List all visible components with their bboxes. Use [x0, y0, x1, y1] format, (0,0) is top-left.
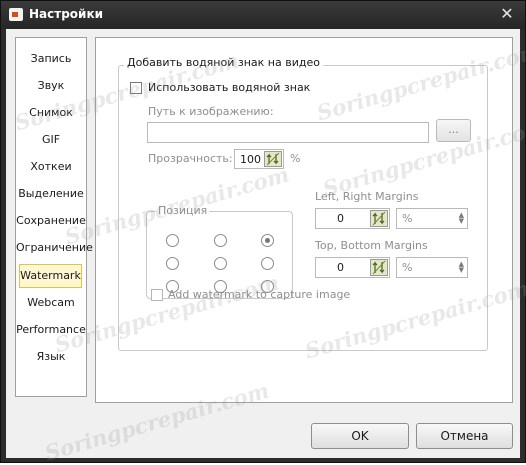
cancel-button[interactable]: Отмена: [416, 423, 513, 449]
settings-window: Настройки ✕ Запись Звук Снимок GIF Хотке…: [0, 0, 526, 465]
lr-unit-value: %: [402, 212, 413, 225]
position-middle-right-radio[interactable]: [261, 257, 274, 270]
sidebar-item-language[interactable]: Язык: [16, 345, 86, 369]
lr-margins-value: 0: [337, 212, 344, 225]
position-top-right-radio[interactable]: [261, 234, 274, 247]
sidebar-item-record[interactable]: Запись: [16, 47, 86, 71]
tb-unit-select[interactable]: % ▲ ▼: [396, 257, 468, 278]
spin-arrows-icon[interactable]: [370, 210, 388, 227]
settings-sidebar: Запись Звук Снимок GIF Хоткеи Выделение …: [15, 37, 93, 397]
sidebar-item-limit[interactable]: Ограничение: [16, 236, 93, 260]
tb-margins-label: Top, Bottom Margins: [315, 239, 428, 252]
sidebar-item-sound[interactable]: Звук: [16, 74, 86, 98]
transparency-label: Прозрачность:: [148, 152, 233, 165]
position-center-radio[interactable]: [214, 257, 227, 270]
ok-button[interactable]: OK: [311, 423, 409, 449]
transparency-unit: %: [290, 152, 301, 165]
position-top-center-radio[interactable]: [214, 234, 227, 247]
image-path-label: Путь к изображению:: [148, 105, 274, 118]
sidebar-item-webcam[interactable]: Webcam: [16, 291, 86, 315]
tb-margins-value: 0: [337, 261, 344, 274]
sidebar-item-hotkeys[interactable]: Хоткеи: [16, 155, 86, 179]
sidebar-item-gif[interactable]: GIF: [16, 128, 86, 152]
title-bar[interactable]: Настройки ✕: [1, 1, 525, 29]
position-top-left-radio[interactable]: [166, 234, 179, 247]
group-title: Добавить водяной знак на видео: [124, 56, 323, 69]
spin-updown-icon: ▲ ▼: [458, 260, 464, 274]
position-middle-left-radio[interactable]: [166, 257, 179, 270]
lr-margins-label: Left, Right Margins: [315, 190, 419, 203]
tb-unit-value: %: [402, 261, 413, 274]
spin-arrows-icon[interactable]: [264, 151, 282, 167]
capture-image-label: Add watermark to capture image: [168, 288, 351, 301]
lr-unit-select[interactable]: % ▲ ▼: [396, 208, 468, 229]
close-button[interactable]: ✕: [497, 4, 517, 24]
position-label: Позиция: [156, 204, 210, 217]
use-watermark-checkbox[interactable]: [130, 82, 142, 94]
sidebar-item-saving[interactable]: Сохранение: [16, 209, 86, 233]
transparency-stepper[interactable]: 100: [234, 149, 284, 169]
image-path-input[interactable]: [147, 122, 429, 143]
watermark-panel: Добавить водяной знак на видео Использов…: [95, 37, 513, 403]
lr-margins-stepper[interactable]: 0: [315, 208, 390, 229]
dialog-body: Запись Звук Снимок GIF Хоткеи Выделение …: [6, 29, 520, 458]
sidebar-item-selection[interactable]: Выделение: [16, 182, 86, 206]
capture-image-checkbox[interactable]: [151, 289, 163, 301]
spin-updown-icon: ▲ ▼: [458, 211, 464, 225]
window-title: Настройки: [29, 7, 104, 21]
browse-button[interactable]: ...: [436, 119, 471, 142]
sidebar-item-watermark[interactable]: Watermark: [19, 264, 82, 288]
spin-arrows-icon[interactable]: [370, 259, 388, 276]
transparency-value: 100: [240, 153, 261, 166]
tb-margins-stepper[interactable]: 0: [315, 257, 390, 278]
sidebar-item-performance[interactable]: Performance: [16, 318, 86, 342]
sidebar-item-snapshot[interactable]: Снимок: [16, 101, 86, 125]
use-watermark-label: Использовать водяной знак: [148, 81, 311, 94]
app-icon: [9, 8, 23, 21]
